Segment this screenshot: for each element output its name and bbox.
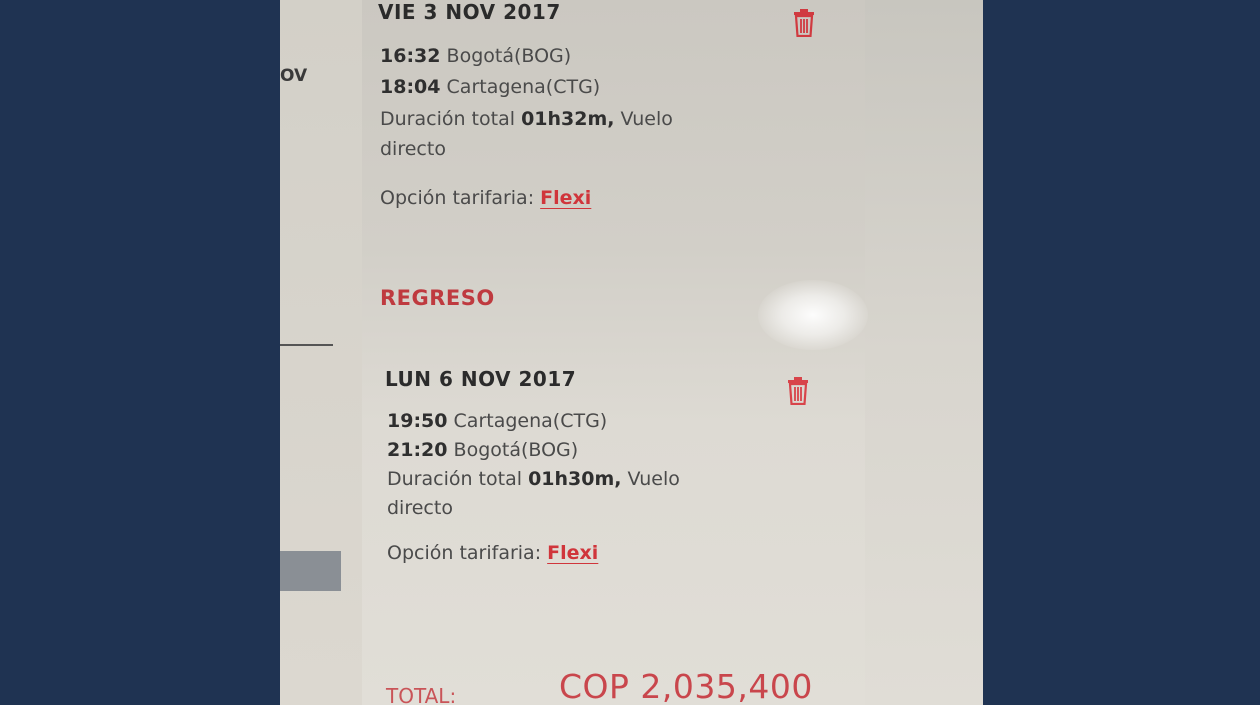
departure-time: 19:50 bbox=[387, 410, 448, 432]
return-duration: Duración total 01h30m, Vuelo bbox=[387, 468, 680, 490]
arrival-time: 21:20 bbox=[387, 439, 448, 461]
fare-link[interactable]: Flexi bbox=[547, 542, 598, 564]
outbound-arrival: 18:04 Cartagena(CTG) bbox=[380, 76, 600, 98]
departure-time: 16:32 bbox=[380, 45, 441, 67]
departure-place: Cartagena(CTG) bbox=[453, 410, 608, 432]
arrival-place: Bogotá(BOG) bbox=[453, 439, 579, 461]
duration-prefix: Duración total bbox=[387, 468, 523, 490]
right-panel bbox=[865, 0, 983, 705]
duration-suffix: Vuelo bbox=[627, 468, 680, 490]
fare-label: Opción tarifaria: bbox=[380, 187, 535, 209]
currency-code: COP bbox=[559, 667, 630, 705]
total-label: TOTAL: bbox=[386, 684, 457, 705]
duration-prefix: Duración total bbox=[380, 108, 516, 130]
outbound-fare: Opción tarifaria: Flexi bbox=[380, 187, 591, 209]
return-arrival: 21:20 Bogotá(BOG) bbox=[387, 439, 578, 461]
outbound-duration-line2: directo bbox=[380, 138, 446, 160]
photo: OV VIE 3 NOV 2017 16:32 Bogotá(BOG) 18:0… bbox=[280, 0, 983, 705]
itinerary-card: VIE 3 NOV 2017 16:32 Bogotá(BOG) 18:04 C… bbox=[362, 0, 865, 705]
duration-suffix: Vuelo bbox=[620, 108, 673, 130]
arrival-time: 18:04 bbox=[380, 76, 441, 98]
return-fare: Opción tarifaria: Flexi bbox=[387, 542, 598, 564]
arrival-place: Cartagena(CTG) bbox=[446, 76, 601, 98]
duration-value: 01h32m, bbox=[521, 108, 615, 130]
return-section-title: REGRESO bbox=[380, 286, 495, 310]
total-amount: 2,035,400 bbox=[640, 667, 813, 705]
outbound-departure: 16:32 Bogotá(BOG) bbox=[380, 45, 571, 67]
outbound-duration: Duración total 01h32m, Vuelo bbox=[380, 108, 673, 130]
fare-link[interactable]: Flexi bbox=[540, 187, 591, 209]
return-departure: 19:50 Cartagena(CTG) bbox=[387, 410, 607, 432]
departure-place: Bogotá(BOG) bbox=[446, 45, 572, 67]
divider bbox=[280, 344, 333, 346]
return-duration-line2: directo bbox=[387, 497, 453, 519]
outbound-date: VIE 3 NOV 2017 bbox=[378, 0, 561, 24]
duration-value: 01h30m, bbox=[528, 468, 622, 490]
total-price: COP 2,035,400 bbox=[559, 667, 813, 705]
trash-icon[interactable] bbox=[793, 9, 815, 37]
fare-label: Opción tarifaria: bbox=[387, 542, 542, 564]
trash-icon[interactable] bbox=[787, 377, 809, 405]
gray-button[interactable] bbox=[280, 551, 341, 591]
left-text-fragment: OV bbox=[280, 66, 308, 86]
return-date: LUN 6 NOV 2017 bbox=[385, 367, 577, 391]
left-panel: OV bbox=[280, 0, 362, 705]
screen-glare bbox=[758, 280, 868, 350]
